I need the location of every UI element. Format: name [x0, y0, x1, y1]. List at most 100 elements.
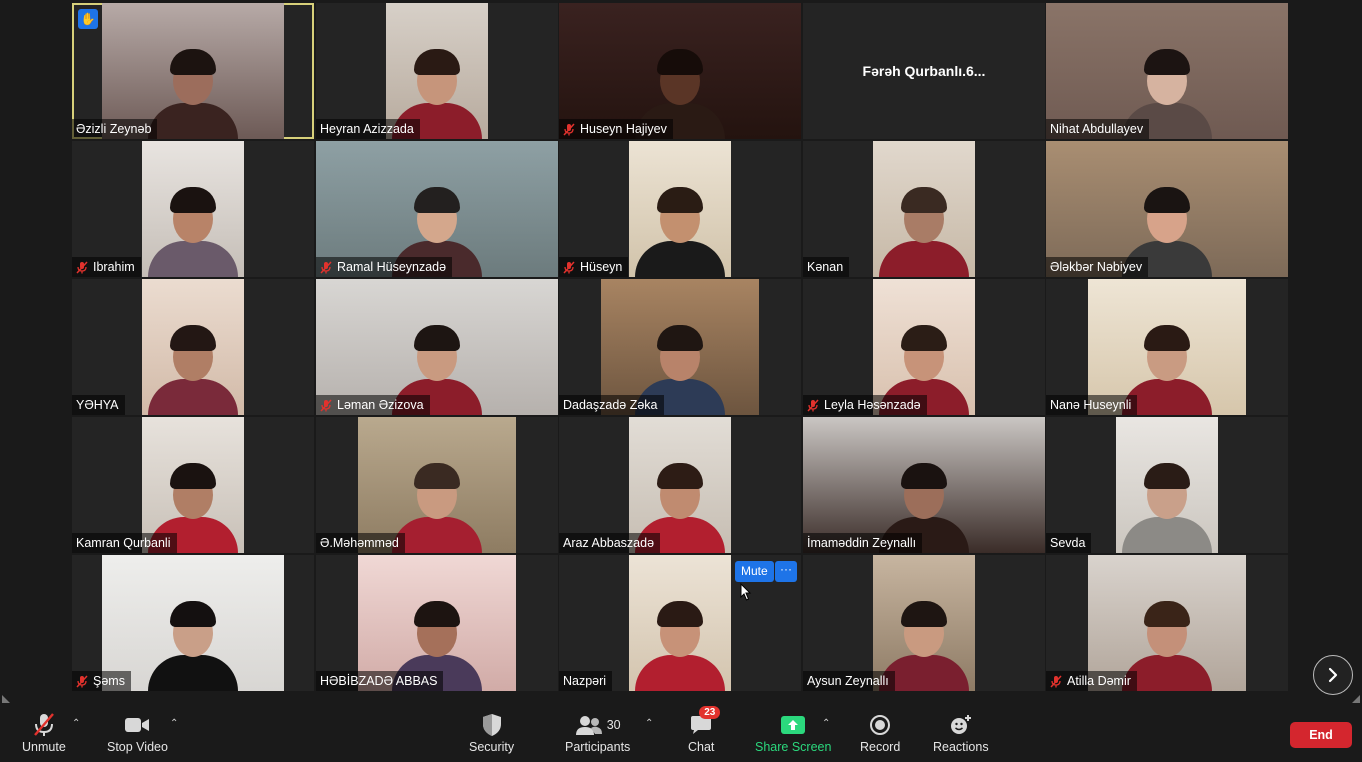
participant-tile[interactable]: Aysun Zeynallı — [803, 555, 1045, 691]
participant-name-text: HƏBİBZADƏ ABBAS — [320, 674, 438, 688]
silhouette-body — [148, 655, 238, 691]
end-meeting-button[interactable]: End — [1290, 722, 1352, 748]
participant-tile[interactable]: HƏBİBZADƏ ABBAS — [316, 555, 558, 691]
participant-name-text: Leyla Həsənzadə — [824, 398, 921, 412]
participant-tile[interactable]: Leyla Həsənzadə — [803, 279, 1045, 415]
participant-name-text: Araz Abbaszadə — [563, 536, 655, 550]
participant-tile[interactable]: Nihat Abdullayev — [1046, 3, 1288, 139]
share-screen-icon — [781, 716, 806, 734]
participant-silhouette — [635, 591, 725, 691]
video-options-caret-icon[interactable]: ⌃ — [170, 718, 178, 729]
silhouette-body — [148, 103, 238, 139]
participant-name-text: Nihat Abdullayev — [1050, 122, 1144, 136]
shield-icon — [482, 714, 501, 736]
participant-tile[interactable]: İmaməddin Zeynallı — [803, 417, 1045, 553]
participant-name-text: Huseyn Hajiyev — [580, 122, 667, 136]
microphone-muted-icon — [33, 713, 54, 736]
participant-name-text: Ələkbər Nəbiyev — [1050, 260, 1143, 274]
participant-tile[interactable]: Ələkbər Nəbiyev — [1046, 141, 1288, 277]
participant-tile[interactable]: Ibrahim — [72, 141, 314, 277]
participant-name-label: Şəms — [72, 671, 131, 691]
participant-tile[interactable]: Kamran Qurbanli — [72, 417, 314, 553]
share-options-caret-icon[interactable]: ⌃ — [822, 718, 830, 729]
participant-name-label: Nihat Abdullayev — [1046, 119, 1150, 139]
participant-tile[interactable]: Ə.Məhəmməd — [316, 417, 558, 553]
participant-name-label: Sevda — [1046, 533, 1092, 553]
participant-tile[interactable]: Heyran Azizzada — [316, 3, 558, 139]
record-button[interactable]: Record — [860, 712, 900, 754]
silhouette-hair — [1144, 463, 1190, 489]
microphone-muted-icon — [563, 122, 575, 136]
participant-silhouette — [879, 177, 969, 277]
record-label: Record — [860, 740, 901, 754]
participant-name-label: Leyla Həsənzadə — [803, 395, 927, 415]
participant-name-label: HƏBİBZADƏ ABBAS — [316, 671, 444, 691]
silhouette-hair — [414, 601, 460, 627]
participant-tile[interactable]: Huseyn Hajiyev — [559, 3, 801, 139]
participant-name-text: Atilla Dəmir — [1067, 674, 1131, 688]
participant-video — [629, 555, 731, 691]
participants-button[interactable]: 30 Participants — [565, 712, 630, 754]
participant-name-text: Dadaşzadə Zəka — [563, 398, 658, 412]
participant-tile[interactable]: Araz Abbaszadə — [559, 417, 801, 553]
silhouette-hair — [1144, 325, 1190, 351]
reactions-button[interactable]: Reactions — [933, 712, 989, 754]
security-button[interactable]: Security — [469, 712, 514, 754]
participant-name-text: Nazpəri — [563, 674, 607, 688]
participant-tile[interactable]: Fərəh Qurbanlı.6... — [803, 3, 1045, 139]
participant-name-text: Kənan — [807, 260, 844, 274]
participant-tile[interactable]: Nanə Huseynli — [1046, 279, 1288, 415]
microphone-muted-icon — [563, 260, 575, 274]
share-screen-button[interactable]: Share Screen — [755, 712, 831, 754]
participant-video — [142, 141, 244, 277]
participant-name-label: Nazpəri — [559, 671, 613, 691]
participant-video — [629, 141, 731, 277]
participant-silhouette — [148, 177, 238, 277]
next-page-button[interactable] — [1313, 655, 1353, 695]
participant-video — [142, 279, 244, 415]
silhouette-body — [392, 517, 482, 553]
silhouette-body — [148, 379, 238, 415]
silhouette-hair — [170, 463, 216, 489]
participant-tile[interactable]: Ləman Əzizova — [316, 279, 558, 415]
participant-name-label: Ələkbər Nəbiyev — [1046, 257, 1149, 277]
participant-name-label: Ləman Əzizova — [316, 395, 430, 415]
resize-corner-right-icon — [1352, 695, 1360, 703]
silhouette-hair — [414, 325, 460, 351]
participant-name-text: Ə.Məhəmməd — [320, 536, 399, 550]
participant-tile[interactable]: Atilla Dəmir — [1046, 555, 1288, 691]
participants-options-caret-icon[interactable]: ⌃ — [645, 718, 653, 729]
participant-tile[interactable]: Şəms — [72, 555, 314, 691]
participant-tile[interactable]: YƏHYA — [72, 279, 314, 415]
participant-tile[interactable]: Kənan — [803, 141, 1045, 277]
participant-name-label: Ə.Məhəmməd — [316, 533, 405, 553]
silhouette-hair — [414, 187, 460, 213]
unmute-label: Unmute — [22, 740, 66, 754]
participant-name-label: Hüseyn — [559, 257, 629, 277]
silhouette-body — [879, 241, 969, 277]
unmute-button[interactable]: Unmute — [22, 712, 66, 754]
participant-silhouette — [148, 39, 238, 139]
silhouette-hair — [414, 49, 460, 75]
mouse-cursor-icon — [740, 583, 752, 601]
participant-name-text: Kamran Qurbanli — [76, 536, 171, 550]
participant-name-label: Nanə Huseynli — [1046, 395, 1138, 415]
participant-mute-button[interactable]: Mute — [735, 561, 774, 582]
participant-tile[interactable]: Dadaşzadə Zəka — [559, 279, 801, 415]
participant-tile[interactable]: Əzizli Zeynəb ✋ — [72, 3, 314, 139]
participant-name-text: Aysun Zeynallı — [807, 674, 889, 688]
participant-silhouette — [392, 453, 482, 553]
participants-icon — [575, 716, 602, 735]
participant-more-button[interactable]: ··· — [775, 561, 797, 582]
participant-tile[interactable]: Ramal Hüseynzadə — [316, 141, 558, 277]
stop-video-button[interactable]: Stop Video — [107, 712, 168, 754]
participant-name-label: Kənan — [803, 257, 850, 277]
chat-label: Chat — [688, 740, 715, 754]
participant-silhouette — [148, 591, 238, 691]
chat-button[interactable]: 23 Chat — [688, 706, 721, 754]
participant-tile[interactable]: Sevda — [1046, 417, 1288, 553]
participant-tile[interactable]: Hüseyn — [559, 141, 801, 277]
audio-options-caret-icon[interactable]: ⌃ — [72, 718, 80, 729]
record-icon — [870, 715, 891, 735]
silhouette-hair — [901, 463, 947, 489]
